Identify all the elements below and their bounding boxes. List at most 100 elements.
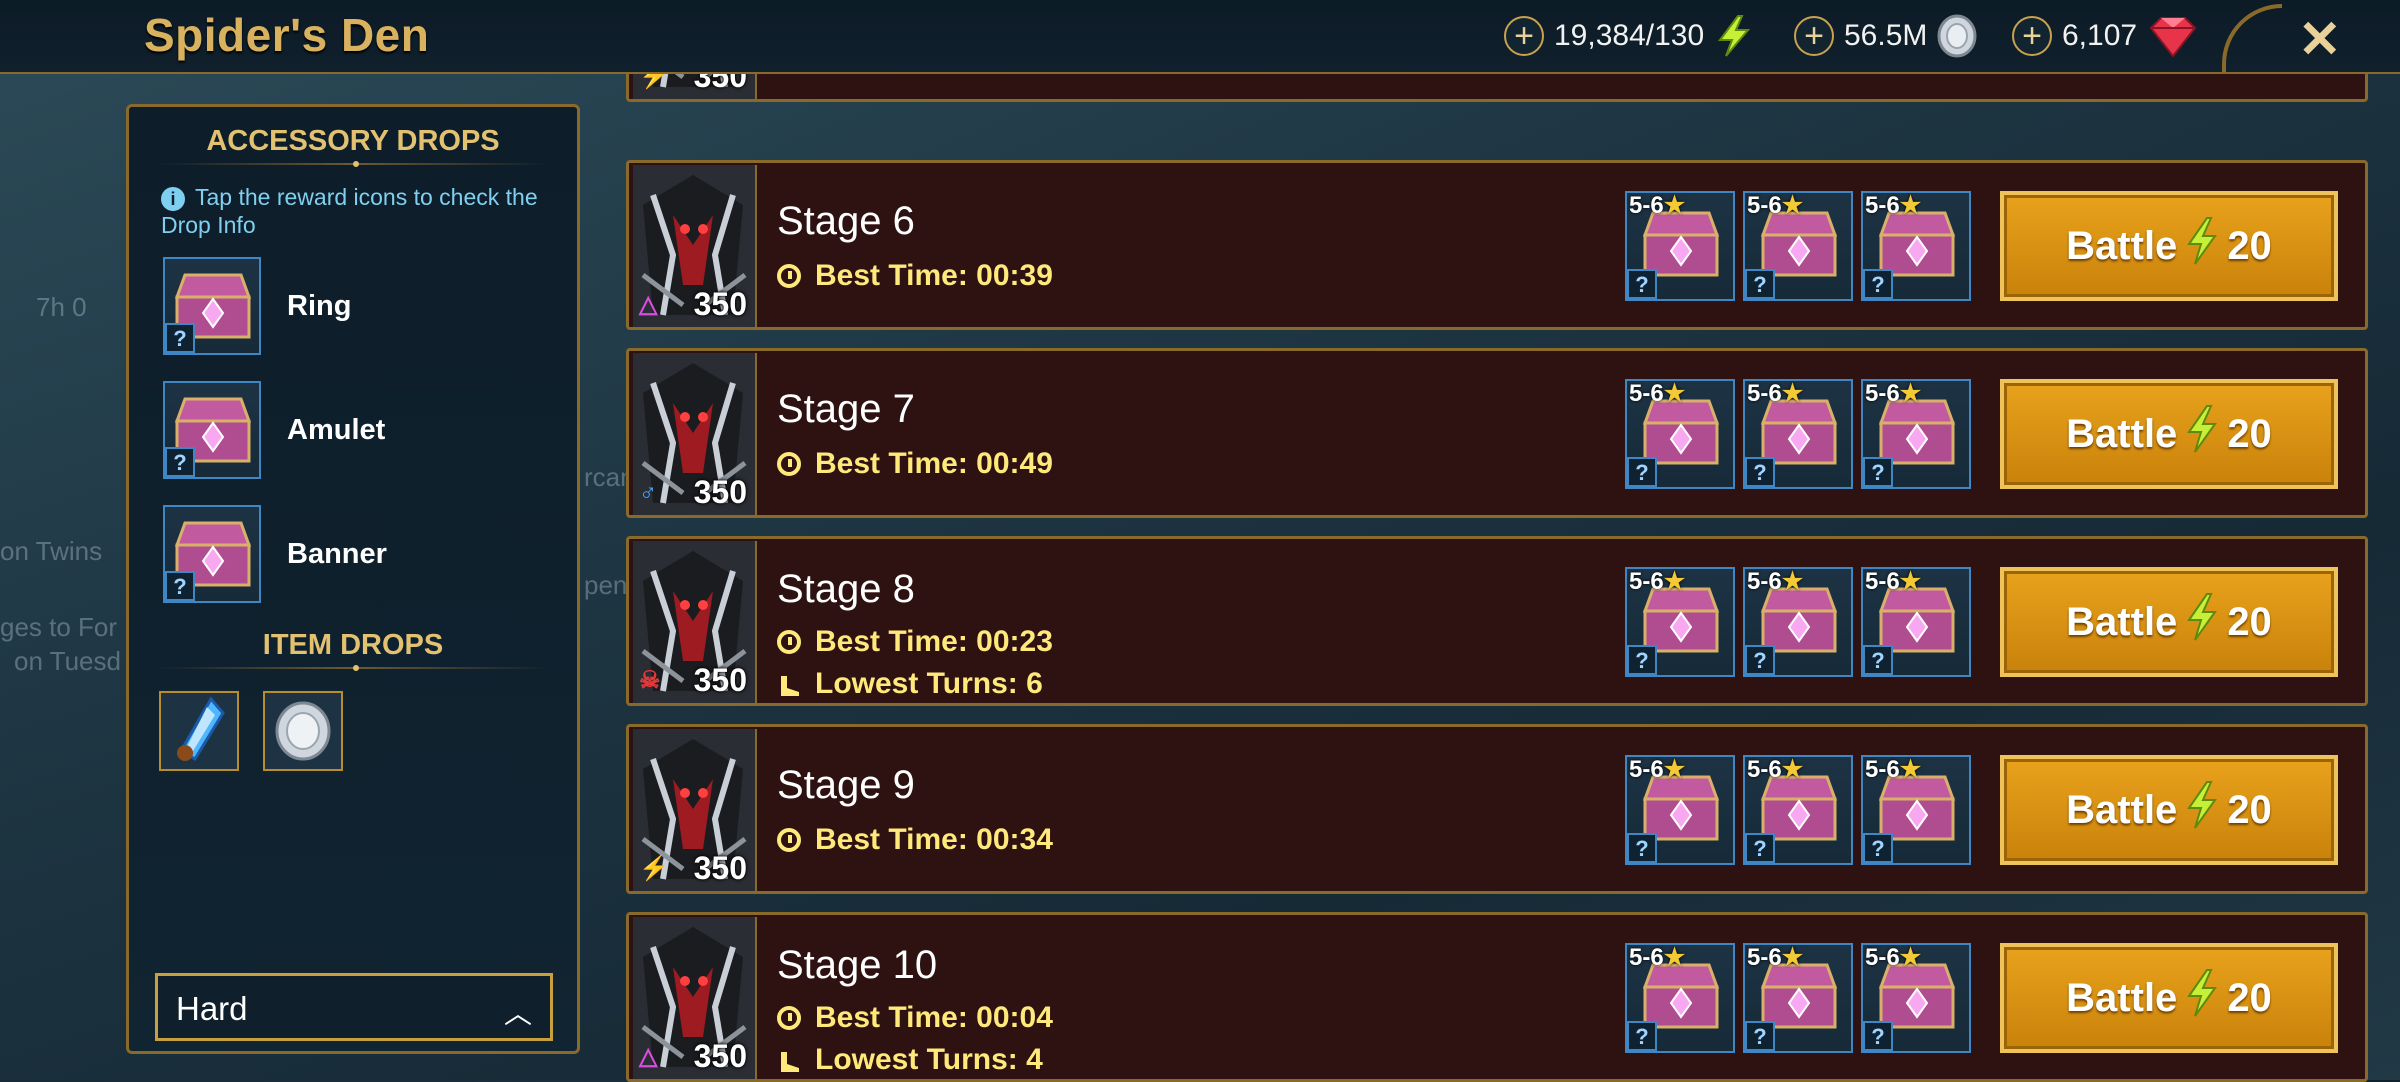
clock-icon xyxy=(777,452,801,476)
reward-chest-icon[interactable]: 5-6★? xyxy=(1861,379,1971,489)
drop-info-hint: i Tap the reward icons to check the Drop … xyxy=(161,183,541,239)
chevron-up-icon: ︿ xyxy=(503,998,532,1029)
question-icon: ? xyxy=(1627,269,1657,299)
clock-icon xyxy=(777,264,801,288)
best-time: Best Time: 00:04 xyxy=(777,1001,1053,1035)
question-icon: ? xyxy=(1627,645,1657,675)
close-icon[interactable]: ✕ xyxy=(2298,10,2342,70)
best-time: Best Time: 00:49 xyxy=(777,447,1053,481)
stage-name: Stage 10 xyxy=(777,943,938,987)
reward-chest-icon[interactable]: 5-6★? xyxy=(1861,191,1971,301)
reward-chest-icon[interactable]: 5-6★? xyxy=(1625,191,1735,301)
reward-rank: 5-6★ xyxy=(1629,755,1685,784)
clock-icon xyxy=(777,1006,801,1030)
accessory-banner[interactable]: ? Banner xyxy=(163,505,387,603)
reward-stars-text: 5-6 xyxy=(1629,192,1664,219)
star-icon: ★ xyxy=(1663,380,1686,407)
best-time: Best Time: 00:39 xyxy=(777,259,1053,293)
shard-item-icon[interactable] xyxy=(159,691,239,771)
reward-rank: 5-6★ xyxy=(1865,943,1921,972)
best-time: Best Time: 00:34 xyxy=(777,823,1053,857)
battle-label: Battle xyxy=(2066,599,2178,644)
energy-value: 19,384/130 xyxy=(1554,19,1705,52)
stage-name: Stage 8 xyxy=(777,567,915,611)
reward-chest-icon[interactable]: 5-6★? xyxy=(1743,943,1853,1053)
battle-button[interactable]: Battle 20 xyxy=(2000,191,2338,301)
best-time-text: Best Time: 00:04 xyxy=(815,1001,1053,1034)
stage-row: ⚡ 350 Stage 9 Best Time: 00:34 5-6★? 5-6★? 5-6… xyxy=(626,724,2368,894)
battle-label: Battle xyxy=(2066,223,2178,268)
reward-rank: 5-6★ xyxy=(1865,755,1921,784)
question-icon: ? xyxy=(1745,269,1775,299)
drop-info-text: Tap the reward icons to check the Drop I… xyxy=(161,184,538,238)
bg-timer-text: 7h 0 xyxy=(36,292,87,322)
best-time: Best Time: 00:23 xyxy=(777,625,1053,659)
chest-icon[interactable]: ? xyxy=(163,505,261,603)
lowest-turns-text: Lowest Turns: 4 xyxy=(815,1043,1043,1076)
battle-label: Battle xyxy=(2066,787,2178,832)
silver-coin-item-icon[interactable] xyxy=(263,691,343,771)
reward-stars-text: 5-6 xyxy=(1629,756,1664,783)
reward-rank: 5-6★ xyxy=(1865,379,1921,408)
question-icon: ? xyxy=(1627,833,1657,863)
accessory-ring[interactable]: ? Ring xyxy=(163,257,351,355)
boss-portrait: ⚡ 350 xyxy=(633,729,757,891)
energy-icon xyxy=(2185,216,2219,276)
reward-chest-icon[interactable]: 5-6★? xyxy=(1743,567,1853,677)
reward-stars-text: 5-6 xyxy=(1865,756,1900,783)
lowest-turns-text: Lowest Turns: 6 xyxy=(815,667,1043,700)
add-gems-button[interactable]: + xyxy=(2012,16,2052,56)
best-time-text: Best Time: 00:34 xyxy=(815,823,1053,856)
reward-rank: 5-6★ xyxy=(1629,567,1685,596)
question-icon: ? xyxy=(1627,457,1657,487)
question-icon: ? xyxy=(165,323,195,353)
star-icon: ★ xyxy=(1663,944,1686,971)
bg-text: ges to For xyxy=(0,612,118,642)
bg-text: on Tuesd xyxy=(14,646,121,676)
stage-name: Stage 9 xyxy=(777,763,915,807)
reward-chest-icon[interactable]: 5-6★? xyxy=(1861,567,1971,677)
reward-chest-icon[interactable]: 5-6★? xyxy=(1625,943,1735,1053)
add-energy-button[interactable]: + xyxy=(1504,16,1544,56)
reward-chest-icon[interactable]: 5-6★? xyxy=(1861,943,1971,1053)
difficulty-dropdown[interactable]: Hard ︿ xyxy=(155,973,553,1041)
energy-icon xyxy=(2185,968,2219,1028)
reward-chest-icon[interactable]: 5-6★? xyxy=(1743,191,1853,301)
lowest-turns: Lowest Turns: 6 xyxy=(777,667,1043,701)
chest-icon[interactable]: ? xyxy=(163,257,261,355)
battle-button[interactable]: Battle 20 xyxy=(2000,943,2338,1053)
affinity-icon: ♂ xyxy=(639,479,657,506)
question-icon: ? xyxy=(1863,833,1893,863)
reward-rank: 5-6★ xyxy=(1747,943,1803,972)
boss-level: 350 xyxy=(693,662,747,698)
reward-chest-icon[interactable]: 5-6★? xyxy=(1625,755,1735,865)
reward-rank: 5-6★ xyxy=(1629,943,1685,972)
reward-chest-icon[interactable]: 5-6★? xyxy=(1743,755,1853,865)
reward-chest-icon[interactable]: 5-6★? xyxy=(1743,379,1853,489)
battle-button[interactable]: Battle 20 xyxy=(2000,567,2338,677)
question-icon: ? xyxy=(1863,269,1893,299)
boss-portrait: △ 350 xyxy=(633,917,757,1079)
star-icon: ★ xyxy=(1781,568,1804,595)
reward-chest-icon[interactable]: 5-6★? xyxy=(1625,379,1735,489)
star-icon: ★ xyxy=(1899,568,1922,595)
accessory-drops-heading: ACCESSORY DROPS xyxy=(206,125,500,157)
reward-stars-text: 5-6 xyxy=(1865,944,1900,971)
battle-button[interactable]: Battle 20 xyxy=(2000,379,2338,489)
reward-stars-text: 5-6 xyxy=(1747,192,1782,219)
accessory-amulet[interactable]: ? Amulet xyxy=(163,381,385,479)
stage-row: △ 350 Stage 6 Best Time: 00:39 5-6★? 5-6★? 5-6… xyxy=(626,160,2368,330)
affinity-icon: △ xyxy=(639,291,658,318)
battle-button[interactable]: Battle 20 xyxy=(2000,755,2338,865)
chest-icon[interactable]: ? xyxy=(163,381,261,479)
star-icon: ★ xyxy=(1899,756,1922,783)
lowest-turns: Lowest Turns: 4 xyxy=(777,1043,1043,1077)
battle-label: Battle xyxy=(2066,975,2178,1020)
reward-stars-text: 5-6 xyxy=(1865,568,1900,595)
gems-value: 6,107 xyxy=(2062,19,2138,52)
stage-name: Stage 6 xyxy=(777,199,915,243)
reward-chest-icon[interactable]: 5-6★? xyxy=(1861,755,1971,865)
reward-chest-icon[interactable]: 5-6★? xyxy=(1625,567,1735,677)
add-silver-button[interactable]: + xyxy=(1794,16,1834,56)
accessory-label: Ring xyxy=(287,289,352,322)
